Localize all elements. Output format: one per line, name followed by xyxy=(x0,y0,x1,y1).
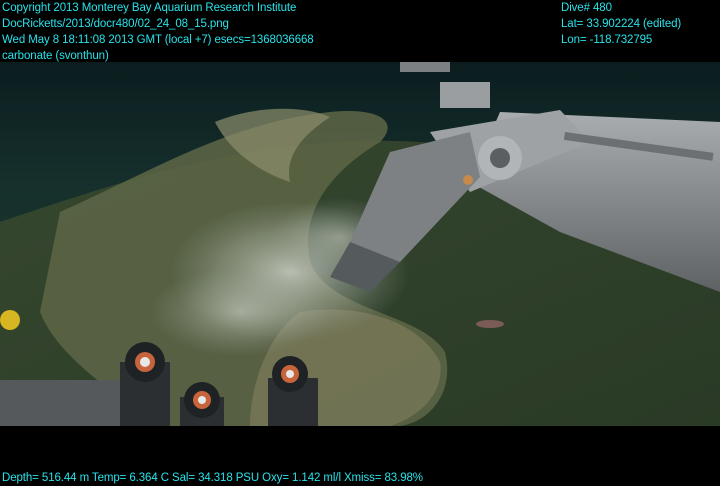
telemetry-text: Depth= 516.44 m Temp= 6.364 C Sal= 34.31… xyxy=(2,472,423,484)
dive-number-text: Dive# 480 xyxy=(561,2,612,14)
video-frame: Copyright 2013 Monterey Bay Aquarium Res… xyxy=(0,0,720,486)
underwater-scene xyxy=(0,62,720,426)
longitude-text: Lon= -118.732795 xyxy=(561,34,653,46)
timestamp-text: Wed May 8 18:11:08 2013 GMT (local +7) e… xyxy=(2,34,314,46)
overlay-telemetry: Depth= 516.44 m Temp= 6.364 C Sal= 34.31… xyxy=(2,470,423,486)
image-path-text: DocRicketts/2013/docr480/02_24_08_15.png xyxy=(2,18,229,30)
annotation-text: carbonate (svonthun) xyxy=(2,50,109,62)
fish xyxy=(476,320,504,328)
overlay-metadata-left: Copyright 2013 Monterey Bay Aquarium Res… xyxy=(2,0,314,64)
overlay-metadata-right: Dive# 480 Lat= 33.902224 (edited) Lon= -… xyxy=(561,0,681,48)
latitude-text: Lat= 33.902224 (edited) xyxy=(561,18,682,30)
copyright-text: Copyright 2013 Monterey Bay Aquarium Res… xyxy=(2,2,297,14)
